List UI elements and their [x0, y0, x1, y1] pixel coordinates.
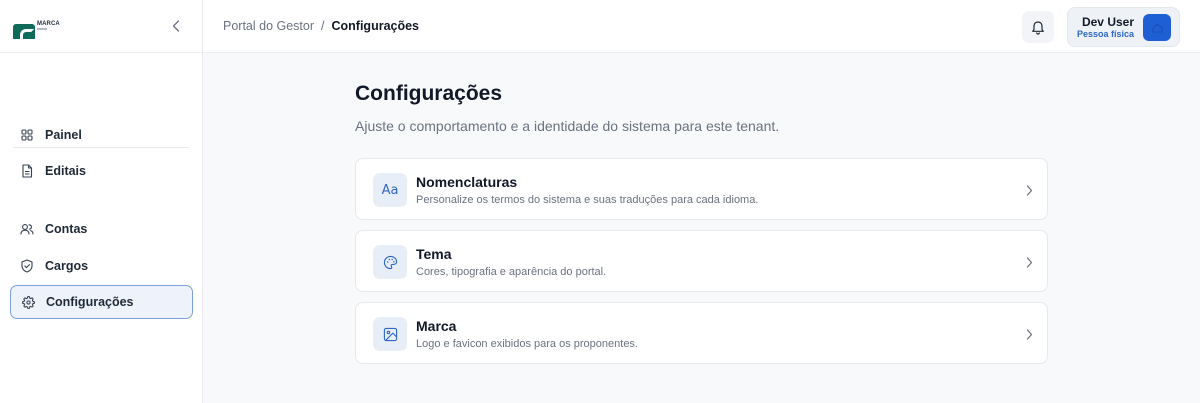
sidebar-item-label: Configurações	[46, 295, 134, 309]
sidebar-item-label: Painel	[45, 128, 82, 142]
logo-text: MARCA	[37, 21, 60, 27]
sidebar-item-label: Contas	[45, 222, 88, 236]
chevron-right-icon	[1023, 255, 1035, 269]
logo-mark-icon	[13, 24, 35, 45]
brand-logo[interactable]: MARCA	[13, 21, 69, 45]
sidebar-item-contas[interactable]: Contas	[10, 212, 193, 246]
users-icon	[20, 222, 34, 236]
sidebar: MARCA Painel Editais Contas Cargos Confi…	[0, 0, 203, 403]
user-menu[interactable]: Dev User Pessoa física	[1067, 7, 1180, 47]
text-aa-icon: Aa	[373, 173, 407, 207]
settings-card-marca[interactable]: Marca Logo e favicon exibidos para os pr…	[355, 302, 1048, 364]
bell-icon	[1032, 20, 1044, 35]
card-title: Tema	[416, 246, 452, 262]
breadcrumb-separator: /	[321, 19, 325, 33]
top-bar: Portal do Gestor / Configurações Dev Use…	[203, 0, 1200, 53]
text-aa-glyph: Aa	[381, 182, 399, 198]
breadcrumb-root-link[interactable]: Portal do Gestor	[223, 19, 314, 33]
sidebar-item-cargos[interactable]: Cargos	[10, 249, 193, 283]
image-icon	[373, 317, 407, 351]
chevron-right-icon	[1023, 327, 1035, 341]
settings-card-tema[interactable]: Tema Cores, tipografia e aparência do po…	[355, 230, 1048, 292]
user-role: Pessoa física	[1076, 29, 1134, 39]
chevron-left-icon	[172, 20, 180, 32]
notifications-button[interactable]	[1022, 11, 1054, 43]
page-title: Configurações	[355, 82, 503, 105]
gear-icon	[21, 295, 35, 309]
palette-icon	[373, 245, 407, 279]
page-subtitle: Ajuste o comportamento e a identidade do…	[355, 118, 780, 134]
sidebar-item-editais[interactable]: Editais	[10, 154, 193, 188]
home-icon	[1151, 22, 1163, 33]
chevron-right-icon	[1023, 183, 1035, 197]
sidebar-item-label: Editais	[45, 164, 86, 178]
collapse-sidebar-button[interactable]	[168, 17, 184, 35]
sidebar-divider	[14, 147, 189, 148]
breadcrumb-current: Configurações	[331, 19, 420, 33]
shield-icon	[20, 259, 34, 273]
card-description: Personalize os termos do sistema e suas …	[416, 194, 759, 206]
logo-subtext	[37, 28, 47, 30]
sidebar-item-label: Cargos	[45, 259, 89, 273]
document-icon	[20, 164, 34, 178]
sidebar-item-configuracoes[interactable]: Configurações	[10, 285, 193, 319]
settings-card-nomenclaturas[interactable]: Aa Nomenclaturas Personalize os termos d…	[355, 158, 1048, 220]
grid-icon	[20, 128, 34, 142]
user-name: Dev User	[1081, 15, 1134, 29]
card-description: Cores, tipografia e aparência do portal.	[416, 266, 607, 278]
avatar	[1143, 14, 1171, 41]
sidebar-header: MARCA	[0, 0, 202, 53]
card-title: Nomenclaturas	[416, 174, 518, 190]
card-description: Logo e favicon exibidos para os proponen…	[416, 338, 638, 350]
card-title: Marca	[416, 318, 457, 334]
breadcrumb: Portal do Gestor / Configurações	[223, 19, 419, 33]
